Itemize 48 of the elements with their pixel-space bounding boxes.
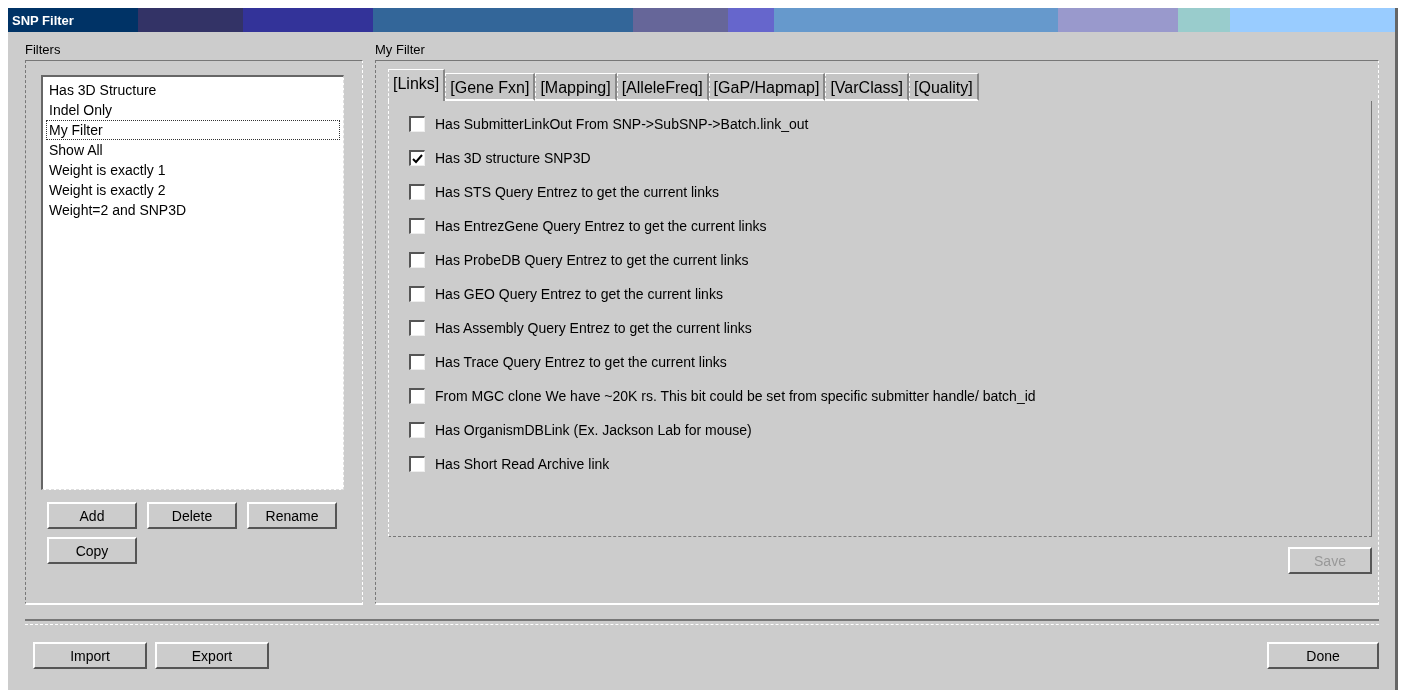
check-icon <box>412 153 423 164</box>
tab[interactable]: [GaP/Hapmap] <box>708 73 826 101</box>
checkbox-label: From MGC clone We have ~20K rs. This bit could be set from specific submitter handle/ batch_id <box>435 388 1036 404</box>
checkbox[interactable] <box>409 456 425 472</box>
tab[interactable]: [Quality] <box>909 73 979 101</box>
group-label: Filters <box>25 41 62 59</box>
action-button[interactable]: Add <box>47 502 137 529</box>
checkbox[interactable] <box>409 218 425 234</box>
checkbox-label: Has Assembly Query Entrez to get the current links <box>435 320 752 336</box>
window-title: SNP Filter <box>8 8 1395 32</box>
checkbox-label: Has SubmitterLinkOut From SNP->SubSNP->Batch.link_out <box>435 116 809 132</box>
checkbox[interactable] <box>409 150 425 166</box>
checkbox-label: Has STS Query Entrez to get the current links <box>435 184 719 200</box>
list-item[interactable]: Weight is exactly 2 <box>46 180 340 200</box>
filter-list[interactable]: Has 3D Structure Indel Only My Filter Show All Weight is exactly 1 Weight is exactly 2 Weight=2 and SNP3D <box>41 75 344 490</box>
footer-button[interactable]: Import <box>33 642 147 669</box>
checkbox-label: Has 3D structure SNP3D <box>435 150 591 166</box>
checkbox-label: Has OrganismDBLink (Ex. Jackson Lab for mouse) <box>435 422 752 438</box>
checkbox[interactable] <box>409 252 425 268</box>
checkbox-label: Has ProbeDB Query Entrez to get the current links <box>435 252 749 268</box>
list-item[interactable]: Weight=2 and SNP3D <box>46 200 340 220</box>
checkbox[interactable] <box>409 116 425 132</box>
checkbox[interactable] <box>409 388 425 404</box>
list-item[interactable]: Has 3D Structure <box>46 80 340 100</box>
list-item[interactable]: My Filter <box>46 120 340 140</box>
checkbox[interactable] <box>409 354 425 370</box>
action-button[interactable]: Copy <box>47 537 137 564</box>
tab[interactable]: [Mapping] <box>535 73 617 101</box>
checkbox[interactable] <box>409 320 425 336</box>
tab[interactable]: [Gene Fxn] <box>445 73 536 101</box>
list-item[interactable]: Weight is exactly 1 <box>46 160 340 180</box>
footer-button[interactable]: Export <box>155 642 269 669</box>
tab[interactable]: [VarClass] <box>825 73 910 101</box>
action-button[interactable]: Rename <box>247 502 337 529</box>
tab[interactable]: [AlleleFreq] <box>616 73 709 101</box>
checkbox[interactable] <box>409 184 425 200</box>
checkbox[interactable] <box>409 286 425 302</box>
checkbox[interactable] <box>409 422 425 438</box>
tab[interactable]: [Links] <box>388 69 446 101</box>
group-label: My Filter <box>375 41 426 59</box>
checkbox-label: Has EntrezGene Query Entrez to get the current links <box>435 218 767 234</box>
checkbox-label: Has GEO Query Entrez to get the current links <box>435 286 723 302</box>
list-item[interactable]: Show All <box>46 140 340 160</box>
action-button[interactable]: Delete <box>147 502 237 529</box>
checkbox-label: Has Short Read Archive link <box>435 456 610 472</box>
list-item[interactable]: Indel Only <box>46 100 340 120</box>
checkbox-label: Has Trace Query Entrez to get the current links <box>435 354 727 370</box>
done-button[interactable]: Done <box>1267 642 1379 669</box>
